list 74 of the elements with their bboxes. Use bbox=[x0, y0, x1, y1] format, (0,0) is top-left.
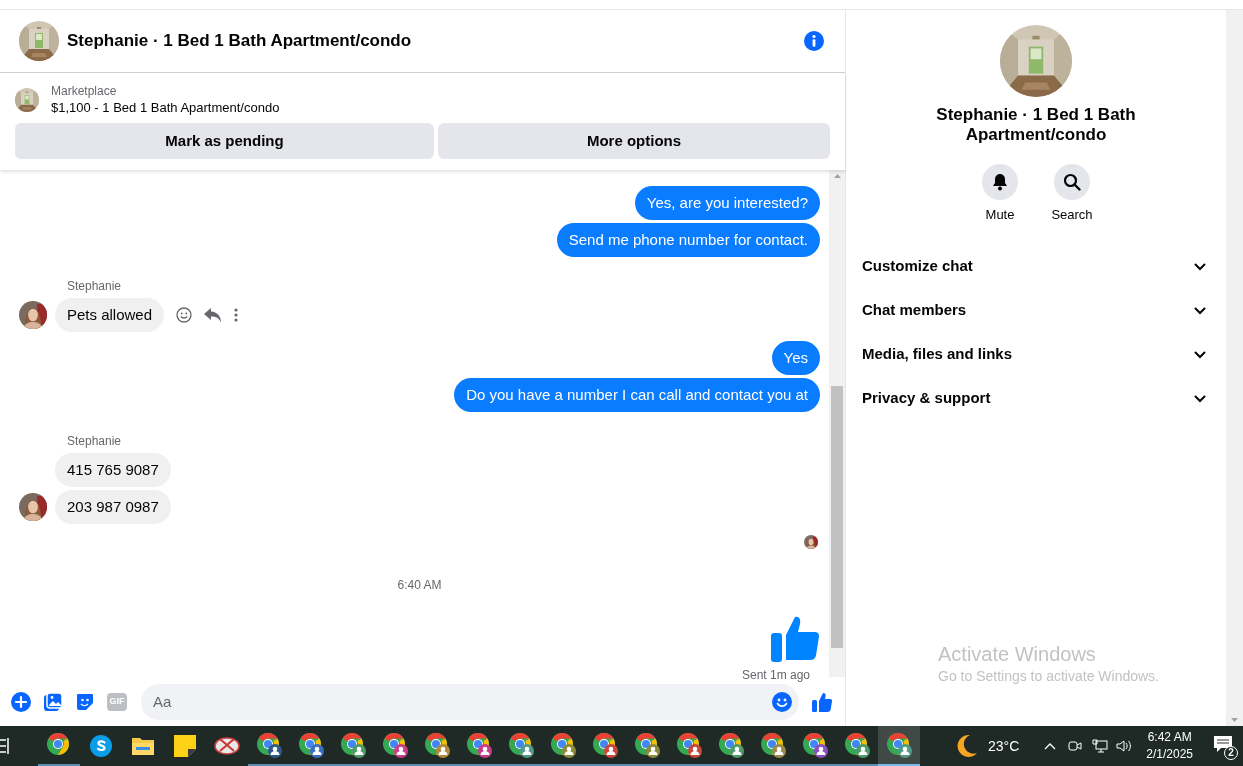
section-header[interactable]: Chat members bbox=[862, 288, 1210, 333]
chat-app-icon[interactable] bbox=[89, 734, 113, 758]
action-label: Search bbox=[1051, 206, 1093, 224]
emoji-icon[interactable] bbox=[176, 307, 193, 323]
browser-icon[interactable] bbox=[550, 732, 576, 758]
sender-name: Stephanie bbox=[67, 434, 122, 448]
chevron-icon bbox=[1194, 262, 1206, 271]
network-icon[interactable] bbox=[1092, 739, 1109, 753]
message-bubble: Do you have a number I can call and contact you at bbox=[454, 378, 820, 412]
chevron-icon bbox=[1194, 350, 1206, 359]
like-icon bbox=[771, 614, 820, 662]
message-bubble: Pets allowed bbox=[55, 298, 165, 332]
browser-icon[interactable] bbox=[256, 732, 282, 758]
image-icon[interactable] bbox=[43, 691, 63, 712]
chevron-icon bbox=[1194, 394, 1206, 403]
browser-icon[interactable] bbox=[466, 732, 492, 758]
message-field[interactable]: Aa bbox=[141, 683, 799, 720]
volume-icon[interactable] bbox=[1116, 739, 1133, 753]
message-bubble: Yes, are you interested? bbox=[634, 186, 820, 220]
browser-icon[interactable] bbox=[592, 732, 618, 758]
section-header[interactable]: Privacy & support bbox=[862, 376, 1210, 421]
browser-icon[interactable] bbox=[382, 732, 408, 758]
more-icon[interactable] bbox=[234, 308, 239, 322]
chevron-up-icon[interactable] bbox=[1044, 742, 1057, 750]
sender-name: Stephanie bbox=[67, 279, 122, 293]
task-view-icon[interactable] bbox=[0, 738, 10, 754]
listing-summary: $1,100 - 1 Bed 1 Bath Apartment/condo bbox=[51, 99, 280, 117]
bell-icon bbox=[991, 173, 1009, 191]
clock[interactable]: 6:42 AM 2/1/2025 bbox=[1146, 729, 1193, 763]
browser-icon[interactable] bbox=[340, 732, 366, 758]
scrollbar[interactable] bbox=[829, 170, 845, 677]
chevron-icon bbox=[1194, 306, 1206, 315]
browser-icon[interactable] bbox=[802, 732, 828, 758]
browser-icon[interactable] bbox=[886, 732, 912, 758]
sticker-icon[interactable] bbox=[75, 691, 95, 712]
activation-message: Go to Settings to activate Windows. bbox=[938, 667, 1159, 686]
browser-icon[interactable] bbox=[760, 732, 786, 758]
like-icon[interactable] bbox=[811, 691, 833, 712]
section-header[interactable]: Customize chat bbox=[862, 244, 1210, 289]
listing-action-button[interactable]: Mark as pending bbox=[15, 123, 434, 159]
timestamp: 6:40 AM bbox=[397, 577, 442, 593]
reply-icon[interactable] bbox=[204, 307, 223, 323]
message-bubble: 203 987 0987 bbox=[55, 490, 171, 524]
section-header[interactable]: Media, files and links bbox=[862, 332, 1210, 377]
emoji-icon[interactable] bbox=[772, 691, 792, 712]
folder-icon[interactable] bbox=[131, 736, 155, 756]
camera-icon[interactable] bbox=[1068, 739, 1083, 753]
browser-icon[interactable] bbox=[46, 732, 72, 758]
chat-title: Stephanie · 1 Bed 1 Bath Apartment/condo bbox=[67, 30, 412, 53]
plus-icon[interactable] bbox=[11, 691, 31, 712]
browser-icon[interactable] bbox=[718, 732, 744, 758]
browser-icon[interactable] bbox=[676, 732, 702, 758]
sticky-note-icon[interactable] bbox=[174, 735, 196, 757]
action-label: Mute bbox=[985, 206, 1015, 224]
message-bubble: 415 765 9087 bbox=[55, 453, 171, 487]
message-bubble: Send me phone number for contact. bbox=[556, 223, 820, 257]
delivery-status: Sent 1m ago bbox=[741, 668, 810, 682]
browser-icon[interactable] bbox=[298, 732, 324, 758]
conversation-name: Stephanie · 1 Bed 1 Bath Apartment/condo bbox=[935, 105, 1137, 145]
search-button[interactable] bbox=[1054, 164, 1090, 200]
browser-icon[interactable] bbox=[844, 732, 870, 758]
moon-icon[interactable] bbox=[956, 734, 978, 758]
listing-source: Marketplace bbox=[51, 83, 118, 99]
message-bubble: Yes bbox=[771, 341, 820, 375]
browser-icon[interactable] bbox=[424, 732, 450, 758]
listing-action-button[interactable]: More options bbox=[438, 123, 830, 159]
mute-button[interactable] bbox=[982, 164, 1018, 200]
browser-icon[interactable] bbox=[508, 732, 534, 758]
browser-icon[interactable] bbox=[634, 732, 660, 758]
search-icon bbox=[1063, 173, 1081, 191]
temperature[interactable]: 23°C bbox=[988, 735, 1020, 757]
info-icon[interactable] bbox=[803, 30, 825, 52]
scrollbar-thumb[interactable] bbox=[831, 386, 843, 648]
activation-title: Activate Windows bbox=[938, 643, 1097, 665]
